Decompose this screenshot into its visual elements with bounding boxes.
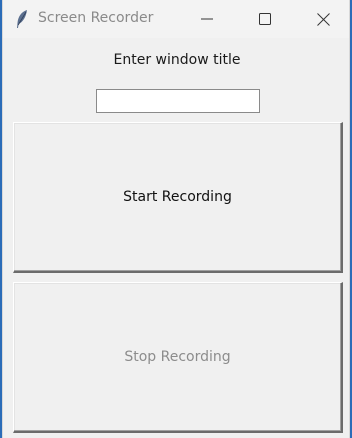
window-title: Screen Recorder — [38, 10, 154, 26]
minimize-icon — [201, 18, 213, 20]
stop-recording-button[interactable]: Stop Recording — [13, 282, 343, 433]
title-bar[interactable]: Screen Recorder — [3, 0, 349, 38]
close-icon — [316, 12, 330, 26]
maximize-icon — [259, 13, 271, 25]
close-button[interactable] — [300, 0, 346, 38]
maximize-button[interactable] — [242, 0, 288, 38]
window-title-input[interactable] — [96, 89, 260, 113]
window-title-prompt: Enter window title — [113, 52, 241, 68]
minimize-button[interactable] — [184, 0, 230, 38]
app-window: Screen Recorder Enter window title Start… — [2, 0, 350, 438]
start-recording-button[interactable]: Start Recording — [13, 122, 343, 273]
feather-icon — [15, 9, 29, 29]
